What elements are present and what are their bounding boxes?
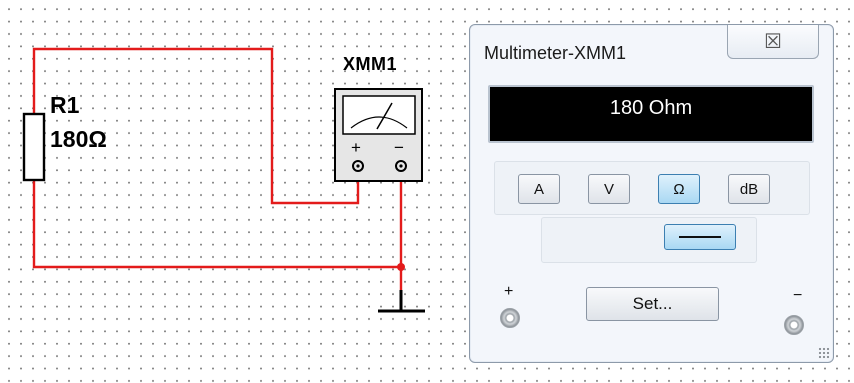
close-icon: ☒ <box>764 29 782 53</box>
resistor-name-label: R1 <box>50 92 80 118</box>
multimeter-window[interactable]: Multimeter-XMM1 ☒ 180 Ohm A V Ω dB + Set… <box>469 24 834 363</box>
resistor-r1[interactable] <box>22 112 46 182</box>
negative-terminal-jack[interactable] <box>784 315 804 335</box>
positive-terminal-label: + <box>504 283 514 300</box>
ammeter-mode-button[interactable]: A <box>518 174 560 204</box>
decibel-mode-button[interactable]: dB <box>728 174 770 204</box>
dc-line-icon <box>679 236 721 238</box>
voltmeter-mode-button[interactable]: V <box>588 174 630 204</box>
reading-value: 180 Ohm <box>609 97 693 119</box>
reading-display: 180 Ohm <box>488 85 814 143</box>
measurement-mode-group: A V Ω dB <box>494 161 810 215</box>
controls-panel: A V Ω dB + Set... − <box>483 155 823 379</box>
resize-grip-icon[interactable] <box>818 347 830 359</box>
resistor-body <box>22 112 46 182</box>
ground-symbol[interactable] <box>378 290 425 313</box>
ohmmeter-mode-button[interactable]: Ω <box>658 174 700 204</box>
close-button[interactable]: ☒ <box>727 25 819 59</box>
positive-terminal-jack[interactable] <box>500 308 520 328</box>
window-title: Multimeter-XMM1 <box>484 43 627 63</box>
settings-button[interactable]: Set... <box>586 287 719 321</box>
meter-minus-sign: − <box>394 138 404 157</box>
multimeter-xmm1-symbol[interactable]: + − <box>334 88 423 182</box>
instrument-name-label: XMM1 <box>343 54 398 74</box>
wire-bottom[interactable] <box>32 180 401 269</box>
meter-face <box>342 95 416 135</box>
wire-junction <box>397 263 405 271</box>
resistor-value-label: 180Ω <box>50 126 107 152</box>
meter-plus-sign: + <box>351 138 361 157</box>
signal-mode-group <box>541 217 757 263</box>
negative-terminal-label: − <box>793 287 803 304</box>
dc-mode-button[interactable] <box>664 224 736 250</box>
